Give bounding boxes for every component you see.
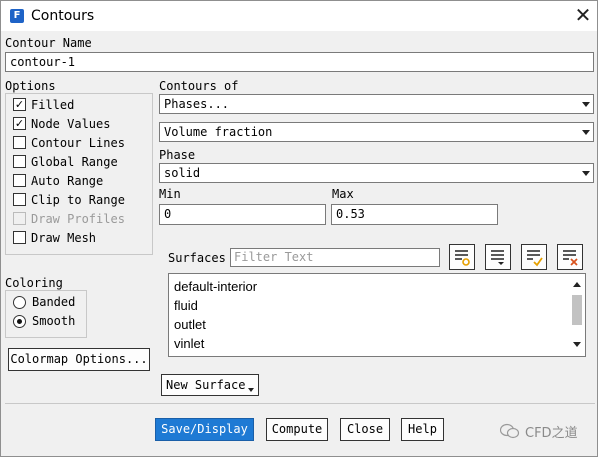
coloring-label: Coloring — [5, 276, 63, 290]
filter-surfaces-button[interactable] — [449, 244, 475, 270]
surfaces-scrollbar[interactable] — [569, 274, 585, 356]
min-label: Min — [159, 187, 181, 201]
banded-radio[interactable] — [13, 296, 26, 309]
compute-button[interactable]: Compute — [266, 418, 328, 441]
draw-profiles-checkbox — [13, 212, 26, 225]
chevron-down-icon — [582, 102, 590, 107]
contour-lines-label: Contour Lines — [31, 136, 125, 150]
phase-dropdown[interactable]: solid — [159, 163, 594, 183]
contour-name-input[interactable]: contour-1 — [5, 52, 594, 72]
list-dropdown-icon — [491, 250, 504, 265]
save-display-button[interactable]: Save/Display — [155, 418, 254, 441]
chevron-down-icon — [248, 388, 254, 392]
clip-to-range-label: Clip to Range — [31, 193, 125, 207]
banded-label: Banded — [32, 295, 76, 309]
list-options-button[interactable] — [485, 244, 511, 270]
global-range-checkbox[interactable] — [13, 155, 26, 168]
phase-value: solid — [164, 166, 201, 180]
global-range-label: Global Range — [31, 155, 118, 169]
auto-range-checkbox[interactable] — [13, 174, 26, 187]
smooth-radio[interactable] — [13, 315, 26, 328]
close-window-icon[interactable]: ✕ — [571, 3, 595, 27]
surfaces-list[interactable]: default-interior fluid outlet vinlet — [168, 273, 586, 357]
scroll-thumb[interactable] — [572, 295, 582, 325]
contours-dialog: F Contours ✕ Contour Name contour-1 Opti… — [0, 0, 598, 457]
help-button[interactable]: Help — [401, 418, 444, 441]
list-clear-icon — [563, 250, 578, 266]
app-icon: F — [10, 9, 24, 23]
auto-range-label: Auto Range — [31, 174, 104, 188]
wechat-icon — [500, 423, 520, 439]
list-check-icon — [527, 250, 543, 267]
contours-of-variable-dropdown[interactable]: Volume fraction — [159, 122, 594, 142]
new-surface-label: New Surface — [166, 378, 246, 392]
watermark-text: CFD之道 — [525, 426, 578, 441]
variable-value: Volume fraction — [164, 125, 273, 139]
phase-label: Phase — [159, 148, 196, 162]
select-all-button[interactable] — [521, 244, 547, 270]
contours-of-label: Contours of — [159, 79, 239, 93]
scroll-down-icon[interactable] — [573, 342, 581, 347]
draw-mesh-label: Draw Mesh — [31, 231, 97, 245]
node-values-checkbox[interactable]: ✓ — [13, 117, 26, 130]
chevron-down-icon — [582, 171, 590, 176]
deselect-all-button[interactable] — [557, 244, 583, 270]
smooth-label: Smooth — [32, 314, 76, 328]
category-value: Phases... — [164, 97, 230, 111]
window-title: Contours — [31, 8, 95, 24]
chevron-down-icon — [582, 130, 590, 135]
draw-profiles-label: Draw Profiles — [31, 212, 125, 226]
new-surface-button[interactable]: New Surface — [161, 374, 259, 396]
max-input[interactable]: 0.53 — [331, 204, 498, 225]
options-label: Options — [5, 79, 56, 93]
radio-selected-dot — [17, 319, 22, 324]
surface-item-default-interior[interactable]: default-interior — [174, 279, 257, 294]
clip-to-range-checkbox[interactable] — [13, 193, 26, 206]
surface-item-outlet[interactable]: outlet — [174, 317, 206, 332]
draw-mesh-checkbox[interactable] — [13, 231, 26, 244]
surfaces-filter-input[interactable]: Filter Text — [230, 248, 440, 267]
node-values-label: Node Values — [31, 117, 111, 131]
contour-lines-checkbox[interactable] — [13, 136, 26, 149]
filled-label: Filled — [31, 98, 75, 112]
min-input[interactable]: 0 — [159, 204, 326, 225]
title-bar: F Contours ✕ — [1, 1, 597, 31]
filled-checkbox[interactable]: ✓ — [13, 98, 26, 111]
footer-divider — [5, 403, 595, 404]
close-button[interactable]: Close — [340, 418, 390, 441]
colormap-options-button[interactable]: Colormap Options... — [8, 348, 150, 371]
contours-of-category-dropdown[interactable]: Phases... — [159, 94, 594, 114]
contour-name-label: Contour Name — [5, 36, 92, 50]
surface-item-vinlet[interactable]: vinlet — [174, 336, 204, 351]
scroll-up-icon[interactable] — [573, 282, 581, 287]
surfaces-label: Surfaces — [168, 251, 226, 265]
max-label: Max — [332, 187, 354, 201]
list-filter-icon — [455, 250, 470, 266]
surface-item-fluid[interactable]: fluid — [174, 298, 198, 313]
